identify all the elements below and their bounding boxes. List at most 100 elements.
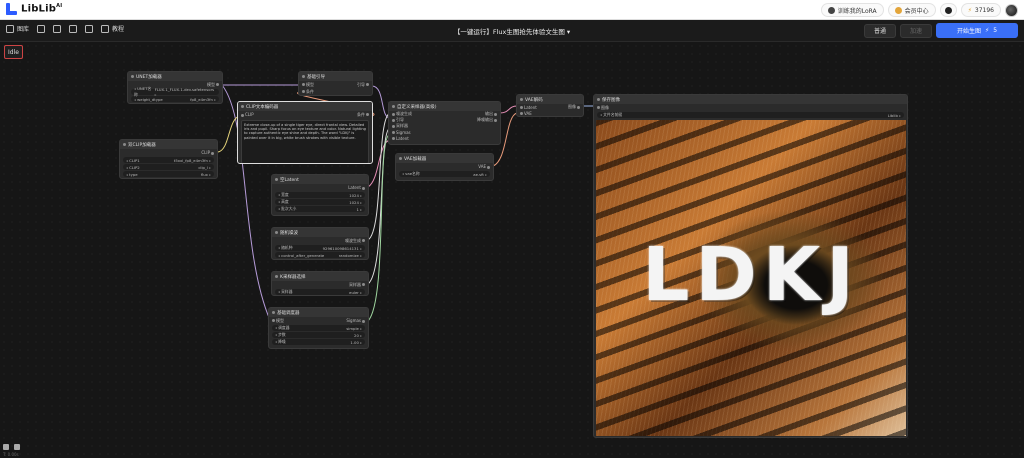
input-model[interactable]: 模型 bbox=[272, 318, 284, 324]
node-empty-latent[interactable]: 空Latent Latent 宽度 1024 高度 1024 批次大小 1 bbox=[271, 174, 369, 216]
widget-label: 随机种 bbox=[278, 245, 292, 251]
seed-field[interactable]: 随机种 929610098614131 bbox=[275, 245, 365, 251]
member-center-label: 会员中心 bbox=[904, 7, 929, 15]
output-noise[interactable]: 噪波生成 bbox=[345, 238, 365, 244]
width-field[interactable]: 宽度 1024 bbox=[275, 192, 365, 198]
node-title: 基础调度器 bbox=[269, 308, 368, 317]
node-title: K采样器选择 bbox=[272, 272, 368, 281]
new-file-icon[interactable] bbox=[37, 24, 46, 33]
widget-value: 929610098614131 bbox=[323, 246, 362, 251]
output-latent[interactable]: Latent bbox=[348, 185, 365, 190]
widget-value: FLUX.1_FLUX.1-dev.safetensors bbox=[155, 87, 216, 97]
batch-size-field[interactable]: 批次大小 1 bbox=[275, 206, 365, 212]
run-cost: 5 bbox=[993, 27, 998, 34]
mode-normal-button[interactable]: 普通 bbox=[863, 23, 896, 38]
output-sigmas[interactable]: Sigmas bbox=[346, 318, 365, 323]
widget-value: 1024 bbox=[349, 193, 362, 198]
node-io: 条件 bbox=[299, 88, 372, 95]
widget-label: vae名称 bbox=[402, 171, 420, 177]
vae-name-select[interactable]: vae名称 ae.sft bbox=[399, 171, 490, 177]
node-vae-decode[interactable]: VAE解码 Latent 图像 VAE bbox=[516, 94, 584, 117]
node-basic-scheduler[interactable]: 基础调度器 模型 Sigmas 调度器 simple 步数 20 降噪 1.00 bbox=[268, 307, 369, 349]
layers-icon bbox=[6, 24, 14, 33]
tutorial-button[interactable]: 教程 bbox=[101, 24, 124, 33]
node-ksampler-select[interactable]: K采样器选择 采样器 采样器 euler bbox=[271, 271, 369, 296]
widget-label: control_after_generate bbox=[278, 253, 324, 258]
logo[interactable]: LibLibAI bbox=[6, 3, 62, 15]
node-io: 噪波生成 bbox=[272, 237, 368, 244]
clip-type-select[interactable]: type flux bbox=[123, 171, 214, 177]
output-model[interactable]: 模型 bbox=[207, 82, 219, 88]
node-io: CLIP bbox=[120, 149, 217, 156]
lora-icon bbox=[827, 6, 835, 14]
train-lora-button[interactable]: 训练我的LoRA bbox=[820, 3, 884, 17]
output-vae[interactable]: VAE bbox=[478, 164, 490, 169]
height-field[interactable]: 高度 1024 bbox=[275, 199, 365, 205]
node-title: CLIP文本编码器 bbox=[238, 102, 372, 111]
widget-label: 降噪 bbox=[275, 339, 286, 345]
output-conditioning[interactable]: 条件 bbox=[357, 112, 369, 118]
unet-name-select[interactable]: UNET名称FLUX.1_FLUX.1-dev.safetensors bbox=[131, 86, 219, 97]
run-button[interactable]: 开始生图 ⚡ 5 bbox=[936, 23, 1018, 38]
sampler-name-select[interactable]: 采样器 euler bbox=[275, 289, 365, 295]
widget-label: 采样器 bbox=[278, 289, 292, 295]
open-folder-icon[interactable] bbox=[53, 24, 62, 33]
clip1-select[interactable]: CLIP1 t5xxl_fp8_e4m3fn bbox=[123, 157, 214, 163]
filename-prefix-field[interactable]: 文件名前缀 Liblib bbox=[597, 112, 904, 118]
clip2-select[interactable]: CLIP2 clip_l bbox=[123, 164, 214, 170]
widget-value: flux bbox=[201, 172, 211, 177]
generated-image-preview[interactable]: LDKJ bbox=[596, 120, 906, 436]
node-random-noise[interactable]: 随机噪波 噪波生成 随机种 929610098614131 control_aft… bbox=[271, 227, 369, 260]
node-clip-text-encode[interactable]: CLIP文本编码器 CLIP 条件 Extreme close-up of a s… bbox=[237, 101, 373, 164]
node-title: VAE解码 bbox=[517, 95, 583, 104]
workflow-title-text: 【一键运行】Flux生图抢先体验文生图 bbox=[453, 28, 565, 36]
scheduler-select[interactable]: 调度器 simple bbox=[272, 325, 365, 331]
prompt-textarea[interactable]: Extreme close-up of a single tiger eye, … bbox=[241, 120, 369, 163]
control-after-generate-select[interactable]: control_after_generate randomize bbox=[275, 252, 365, 258]
library-button[interactable]: 图库 bbox=[6, 24, 29, 33]
mode-fast-button[interactable]: 加速 bbox=[899, 23, 932, 38]
node-dual-clip-loader[interactable]: 双CLIP加载器 CLIP CLIP1 t5xxl_fp8_e4m3fn CLIP… bbox=[119, 139, 218, 179]
node-io: Latent bbox=[389, 135, 500, 141]
output-guider[interactable]: 引导 bbox=[357, 82, 369, 88]
input-model[interactable]: 模型 bbox=[302, 82, 314, 88]
node-sampler-custom-advanced[interactable]: 自定义采样器(高级) 噪波生成 输出 引导 降噪输出 采样器 Sigmas Late… bbox=[388, 101, 501, 145]
widget-label: 高度 bbox=[278, 199, 289, 205]
notifications-button[interactable] bbox=[939, 3, 957, 17]
fit-view-icon[interactable] bbox=[3, 444, 9, 450]
lightning-icon: ⚡ bbox=[984, 27, 990, 34]
input-image[interactable]: 图像 bbox=[597, 105, 609, 111]
upload-icon[interactable] bbox=[14, 444, 20, 450]
download-icon[interactable] bbox=[69, 24, 78, 33]
input-sigmas[interactable]: Sigmas bbox=[392, 130, 411, 135]
widget-value: clip_l bbox=[198, 165, 211, 170]
widget-value: fp8_e4m3fn bbox=[190, 97, 216, 102]
denoise-field[interactable]: 降噪 1.00 bbox=[272, 339, 365, 345]
canvas-corner-tools bbox=[3, 444, 20, 450]
output-clip[interactable]: CLIP bbox=[201, 150, 214, 155]
input-latent[interactable]: Latent bbox=[392, 136, 409, 141]
node-basic-guider[interactable]: 基础引导 模型 引导 条件 bbox=[298, 71, 373, 96]
avatar[interactable] bbox=[1005, 3, 1018, 17]
node-unet-loader[interactable]: UNET加载器 模型 UNET名称FLUX.1_FLUX.1-dev.safet… bbox=[127, 71, 223, 104]
widget-value: 1024 bbox=[349, 200, 362, 205]
chevron-down-icon: ▾ bbox=[566, 28, 571, 36]
points-badge[interactable]: ⚡ 37196 bbox=[960, 3, 1001, 17]
input-clip[interactable]: CLIP bbox=[241, 112, 254, 117]
widget-value: ae.sft bbox=[473, 172, 487, 177]
render-time: T: 0.00s bbox=[3, 452, 19, 457]
steps-field[interactable]: 步数 20 bbox=[272, 332, 365, 338]
crown-icon bbox=[894, 6, 902, 14]
node-title: VAE加载器 bbox=[396, 154, 493, 163]
input-vae[interactable]: VAE bbox=[520, 111, 532, 116]
node-vae-loader[interactable]: VAE加载器 VAE vae名称 ae.sft bbox=[395, 153, 494, 181]
member-center-button[interactable]: 会员中心 bbox=[887, 3, 936, 17]
input-conditioning[interactable]: 条件 bbox=[302, 89, 314, 95]
input-latent[interactable]: Latent bbox=[520, 105, 537, 110]
run-label: 开始生图 bbox=[956, 28, 981, 35]
output-sampler[interactable]: 采样器 bbox=[349, 282, 365, 288]
node-io: 模型 引导 bbox=[299, 81, 372, 88]
widget-label: 批次大小 bbox=[278, 206, 296, 212]
widget-value: simple bbox=[346, 326, 362, 331]
save-icon[interactable] bbox=[85, 24, 94, 33]
